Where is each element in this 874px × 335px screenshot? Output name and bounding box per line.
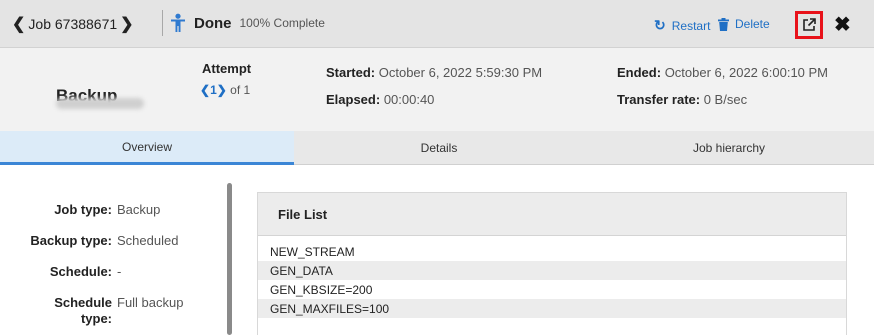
tab-details[interactable]: Details — [294, 131, 584, 165]
job-header-bar: ❮ Job 67388671 ❯ Done 100% Complete ↻ Re… — [0, 0, 874, 48]
elapsed-value: 00:00:40 — [383, 92, 435, 107]
started-field: Started: October 6, 2022 5:59:30 PM — [326, 65, 542, 80]
schedule-label: Schedule: — [49, 264, 112, 279]
file-list-rows: NEW_STREAM GEN_DATA GEN_KBSIZE=200 GEN_M… — [258, 242, 846, 318]
next-attempt-chevron-icon[interactable]: ❯ — [217, 83, 227, 97]
external-link-icon — [803, 18, 816, 31]
open-in-new-window-button[interactable] — [795, 11, 823, 39]
transfer-rate-value: 0 B/sec — [703, 92, 748, 107]
job-summary-panel: Backup Attempt ❮1❯ of 1 Started: October… — [0, 48, 874, 131]
tab-job-hierarchy[interactable]: Job hierarchy — [584, 131, 874, 165]
backup-type-label: Backup type: — [30, 233, 112, 248]
schedule-type-label: Schedule — [54, 295, 112, 310]
previous-job-chevron-icon[interactable]: ❮ — [12, 14, 25, 34]
job-type-value: Backup — [117, 202, 161, 217]
tab-bar: Overview Details Job hierarchy — [0, 131, 874, 165]
job-type-label: Job type: — [54, 202, 112, 217]
header-divider — [162, 10, 163, 36]
backup-type-value: Scheduled — [117, 233, 179, 248]
transfer-rate-label: Transfer rate: — [617, 92, 701, 107]
elapsed-label: Elapsed: — [326, 92, 381, 107]
schedule-value: - — [117, 264, 122, 279]
schedule-type-value: Full backup — [117, 295, 184, 310]
started-label: Started: — [326, 65, 376, 80]
previous-attempt-chevron-icon[interactable]: ❮ — [200, 83, 210, 97]
transfer-rate-field: Transfer rate: 0 B/sec — [617, 92, 747, 107]
attempt-navigator: ❮1❯ of 1 — [200, 83, 250, 97]
schedule-type-label-suffix: type: — [80, 311, 112, 326]
ended-field: Ended: October 6, 2022 6:00:10 PM — [617, 65, 828, 80]
attempt-total: of 1 — [230, 83, 251, 97]
list-item: GEN_MAXFILES=100 — [258, 299, 846, 318]
elapsed-field: Elapsed: 00:00:40 — [326, 92, 434, 107]
attempt-label: Attempt — [202, 61, 252, 76]
person-status-icon — [171, 13, 185, 32]
tab-overview[interactable]: Overview — [0, 131, 294, 165]
list-item: GEN_KBSIZE=200 — [270, 282, 373, 297]
attempt-current: 1 — [210, 83, 217, 97]
delete-label: Delete — [735, 17, 770, 31]
next-job-chevron-icon[interactable]: ❯ — [120, 14, 133, 34]
list-item: GEN_DATA — [258, 261, 846, 280]
trash-icon — [718, 17, 729, 31]
started-value: October 6, 2022 5:59:30 PM — [378, 65, 543, 80]
job-status: Done 100% Complete — [170, 13, 325, 33]
restart-icon: ↻ — [654, 17, 666, 33]
progress-text: 100% Complete — [239, 16, 325, 30]
list-item: NEW_STREAM — [270, 244, 355, 259]
job-id-label: Job 67388671 — [28, 16, 118, 32]
restart-label: Restart — [671, 18, 711, 33]
status-text: Done — [194, 14, 232, 32]
redacted-client-name — [56, 98, 144, 109]
job-navigator: ❮ Job 67388671 ❯ — [12, 14, 134, 34]
restart-button[interactable]: ↻ Restart — [654, 17, 710, 34]
file-list-title: File List — [258, 193, 846, 236]
file-list-panel: File List NEW_STREAM GEN_DATA GEN_KBSIZE… — [257, 192, 847, 335]
delete-button[interactable]: Delete — [718, 17, 770, 31]
ended-label: Ended: — [617, 65, 662, 80]
left-panel-scrollbar[interactable] — [227, 183, 232, 335]
close-icon[interactable]: ✖ — [834, 12, 851, 37]
ended-value: October 6, 2022 6:00:10 PM — [664, 65, 829, 80]
